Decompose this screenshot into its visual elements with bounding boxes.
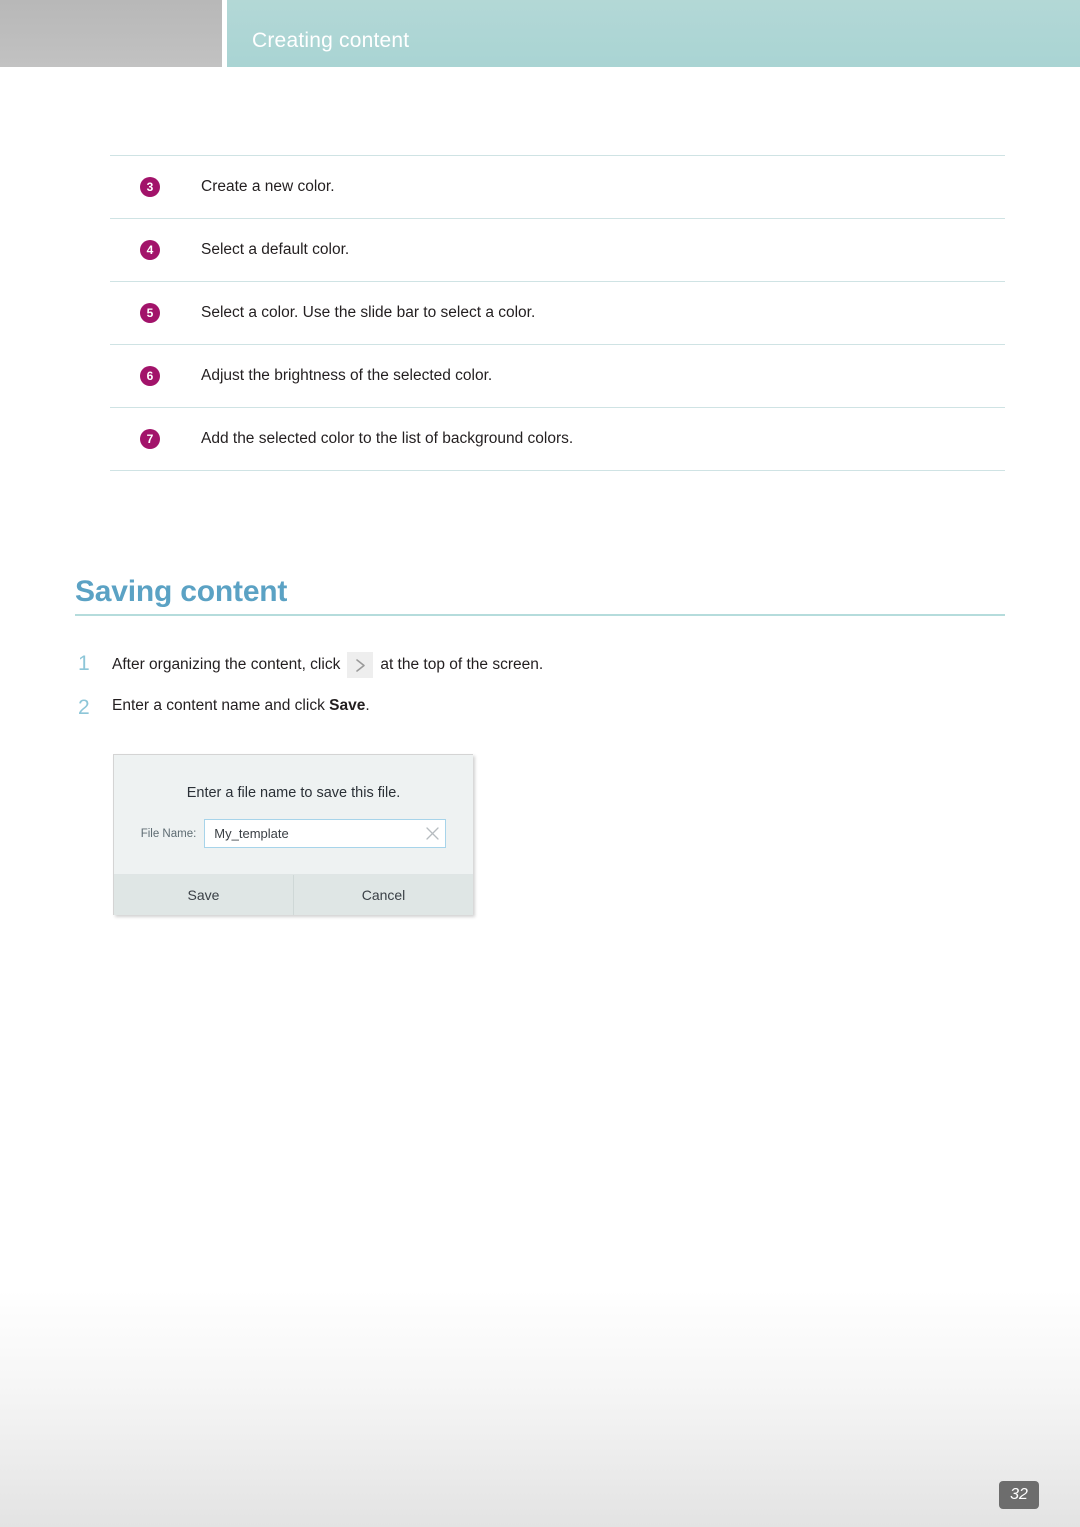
dialog-body: Enter a file name to save this file. Fil… [114, 755, 473, 874]
step-number-badge: 3 [140, 177, 160, 197]
dialog-prompt-text: Enter a file name to save this file. [186, 785, 401, 801]
procedure-step-text-before: Enter a content name and click [112, 697, 325, 714]
save-file-dialog: Enter a file name to save this file. Fil… [113, 754, 473, 915]
step-badge-cell: 6 [110, 366, 201, 386]
step-number-badge: 6 [140, 366, 160, 386]
step-badge-cell: 7 [110, 429, 201, 449]
save-button[interactable]: Save [114, 875, 293, 915]
step-description: Add the selected color to the list of ba… [201, 430, 574, 447]
step-badge-cell: 4 [110, 240, 201, 260]
step-table: 3 Create a new color. 4 Select a default… [110, 155, 1005, 471]
procedure-step-text-after: at the top of the screen. [380, 656, 544, 674]
procedure-step-number: 2 [78, 696, 90, 719]
procedure-step-text-before: After organizing the content, click [112, 656, 341, 674]
procedure-step-number: 1 [78, 652, 90, 675]
file-name-label: File Name: [140, 827, 197, 840]
step-badge-cell: 5 [110, 303, 201, 323]
page-number-badge: 32 [999, 1481, 1039, 1509]
table-row: 4 Select a default color. [110, 219, 1005, 282]
section-heading-block: Saving content [75, 575, 1005, 616]
file-name-input-value[interactable]: My_template [205, 826, 419, 841]
clear-x-icon[interactable] [419, 820, 445, 847]
step-badge-cell: 3 [110, 177, 201, 197]
section-heading-rule [75, 614, 1005, 616]
step-description: Create a new color. [201, 178, 335, 195]
cancel-button[interactable]: Cancel [293, 875, 473, 915]
step-number-badge: 7 [140, 429, 160, 449]
table-row: 6 Adjust the brightness of the selected … [110, 345, 1005, 408]
procedure-step-bold-term: Save [329, 697, 366, 714]
step-description: Select a default color. [201, 241, 350, 258]
dialog-button-bar: Save Cancel [114, 874, 473, 915]
step-description: Select a color. Use the slide bar to sel… [201, 304, 536, 321]
table-row: 7 Add the selected color to the list of … [110, 408, 1005, 471]
header-gray-block [0, 0, 222, 67]
procedure-step-text-end: . [365, 697, 370, 714]
step-number-badge: 5 [140, 303, 160, 323]
file-name-input[interactable]: My_template [204, 819, 447, 848]
page-content: 3 Create a new color. 4 Select a default… [0, 0, 1080, 1527]
list-item: 2 Enter a content name and click Save . [78, 696, 1008, 718]
procedure-steps: 1 After organizing the content, click at… [78, 652, 1008, 736]
table-row: 3 Create a new color. [110, 156, 1005, 219]
header-title: Creating content [252, 29, 410, 52]
page-title: Saving content [75, 575, 288, 608]
chevron-right-icon[interactable] [347, 652, 374, 678]
table-row: 5 Select a color. Use the slide bar to s… [110, 282, 1005, 345]
step-description: Adjust the brightness of the selected co… [201, 367, 493, 384]
procedure-step-body: Enter a content name and click Save . [112, 696, 370, 715]
list-item: 1 After organizing the content, click at… [78, 652, 1008, 678]
step-number-badge: 4 [140, 240, 160, 260]
dialog-field-row: File Name: My_template [134, 819, 453, 848]
procedure-step-body: After organizing the content, click at t… [112, 652, 543, 678]
page-header: Creating content [0, 0, 1080, 67]
